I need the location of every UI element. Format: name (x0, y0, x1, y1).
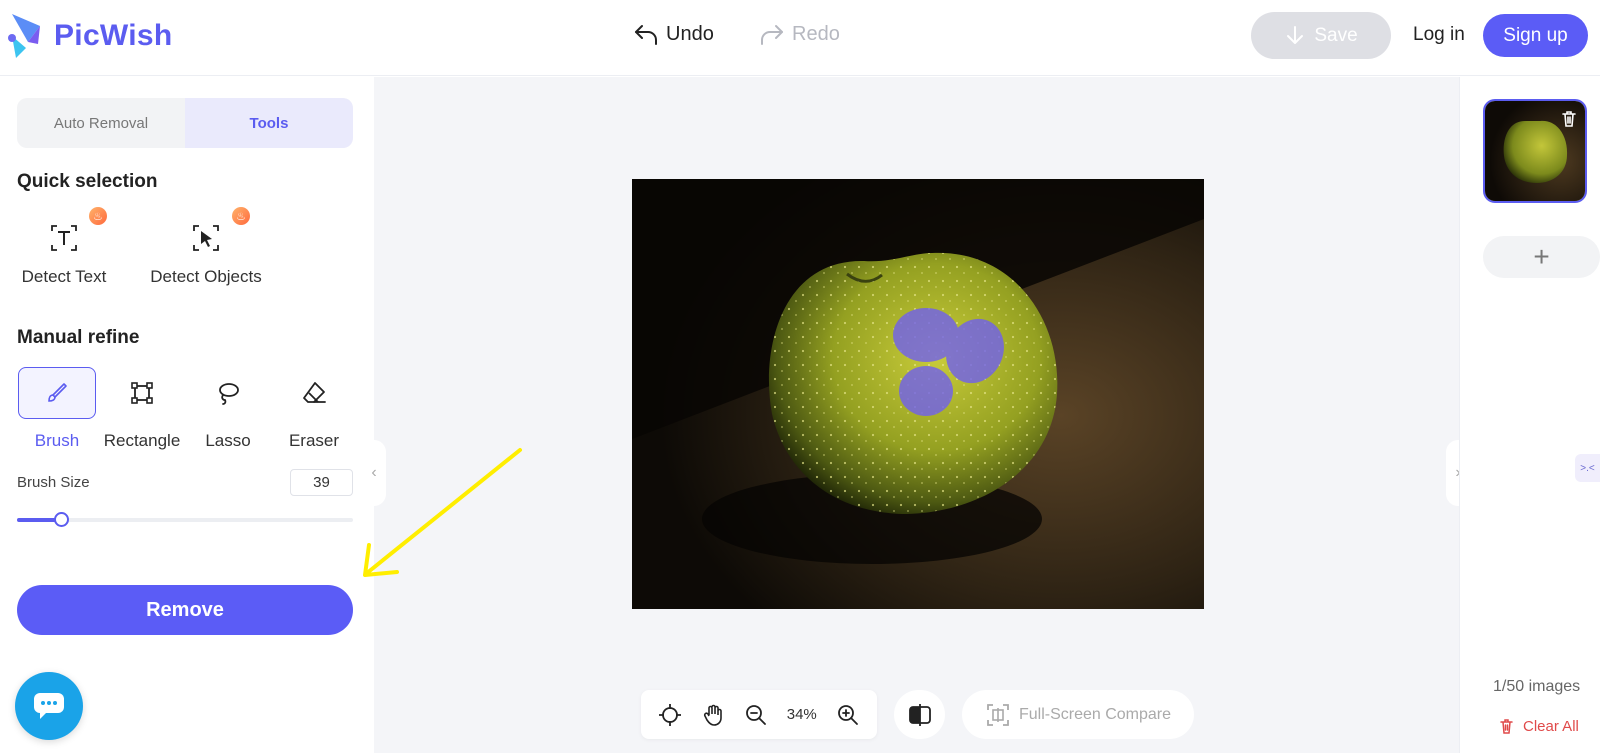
hot-icon: ♨ (232, 207, 250, 225)
detect-text-button[interactable]: ♨ Detect Text (17, 197, 111, 287)
rectangle-tool-box (103, 367, 181, 419)
brush-size-input[interactable]: 39 (290, 469, 353, 496)
undo-button[interactable]: Undo (632, 20, 714, 48)
brush-tool[interactable]: Brush (16, 367, 98, 451)
clear-all-label: Clear All (1523, 718, 1579, 735)
recenter-button[interactable] (658, 703, 682, 727)
brush-tool-box (18, 367, 96, 419)
compare-split-button[interactable] (894, 690, 945, 739)
logo[interactable]: PicWish (8, 12, 173, 60)
download-icon (1287, 25, 1304, 44)
signup-button[interactable]: Sign up (1483, 14, 1588, 57)
detect-objects-button[interactable]: ♨ Detect Objects (144, 197, 268, 287)
redo-icon (761, 25, 783, 45)
zoom-out-button[interactable] (744, 703, 768, 727)
eraser-label: Eraser (288, 431, 340, 450)
save-button[interactable]: Save (1251, 12, 1391, 59)
eraser-icon (303, 382, 326, 403)
undo-label: Undo (666, 22, 714, 45)
image-count: 1/50 images (1493, 678, 1581, 695)
redo-label: Redo (792, 22, 840, 45)
tools-panel: Auto Removal Tools Quick selection ♨ Det… (0, 77, 374, 753)
annotation-arrow (363, 448, 522, 577)
save-label: Save (1314, 24, 1358, 46)
tab-tools[interactable]: Tools (185, 98, 353, 148)
brush-icon (48, 383, 67, 402)
remove-button[interactable]: Remove (17, 585, 353, 635)
tab-auto-removal[interactable]: Auto Removal (17, 98, 185, 148)
trash-icon (1500, 719, 1513, 734)
edited-image[interactable] (632, 179, 1204, 609)
detect-text-label: Detect Text (21, 267, 107, 286)
lasso-tool-box (189, 367, 267, 419)
rectangle-label: Rectangle (103, 431, 181, 450)
quick-selection-title: Quick selection (17, 171, 158, 192)
logo-text: PicWish (54, 19, 173, 52)
mode-tabs: Auto Removal Tools (17, 98, 353, 148)
brush-size-slider[interactable] (17, 512, 353, 527)
detect-objects-label: Detect Objects (150, 267, 262, 286)
zoom-level: 34% (786, 706, 817, 723)
detect-objects-icon (193, 225, 219, 251)
rectangle-icon (131, 382, 153, 404)
undo-icon (635, 25, 657, 45)
delete-image-icon[interactable] (1559, 109, 1579, 129)
pan-hand-button[interactable] (701, 703, 725, 727)
fullscreen-compare-button[interactable]: Full-Screen Compare (962, 690, 1194, 739)
fullscreen-compare-icon (987, 703, 1009, 726)
eraser-tool[interactable]: Eraser (273, 367, 355, 451)
apple-photo (632, 179, 1204, 609)
slider-thumb[interactable] (53, 512, 69, 527)
chat-icon (34, 693, 64, 719)
brush-label: Brush (34, 431, 80, 450)
zoom-in-button[interactable] (836, 703, 860, 727)
login-link[interactable]: Log in (1413, 24, 1465, 46)
fullscreen-compare-label: Full-Screen Compare (1018, 705, 1172, 723)
image-thumbnail[interactable] (1483, 99, 1587, 203)
eraser-tool-box (275, 367, 353, 419)
top-header: PicWish Undo Redo Save Log in Sign up (0, 0, 1600, 76)
lasso-tool[interactable]: Lasso (187, 367, 269, 451)
brush-size-label: Brush Size (17, 474, 90, 491)
detect-text-icon (51, 225, 77, 251)
lasso-label: Lasso (205, 431, 251, 450)
redo-button[interactable]: Redo (758, 20, 840, 48)
lasso-icon (219, 383, 239, 405)
manual-refine-title: Manual refine (17, 327, 140, 348)
side-expand-handle[interactable]: >.< (1575, 454, 1600, 482)
zoom-toolbar: 34% (641, 690, 877, 739)
hot-icon: ♨ (89, 207, 107, 225)
compare-split-icon (908, 703, 931, 726)
rectangle-tool[interactable]: Rectangle (101, 367, 183, 451)
expand-icon: >.< (1580, 462, 1595, 474)
picwish-logo-icon (8, 14, 40, 58)
chat-support-button[interactable] (15, 672, 83, 740)
clear-all-button[interactable]: Clear All (1498, 718, 1579, 735)
add-image-button[interactable]: + (1483, 236, 1600, 278)
